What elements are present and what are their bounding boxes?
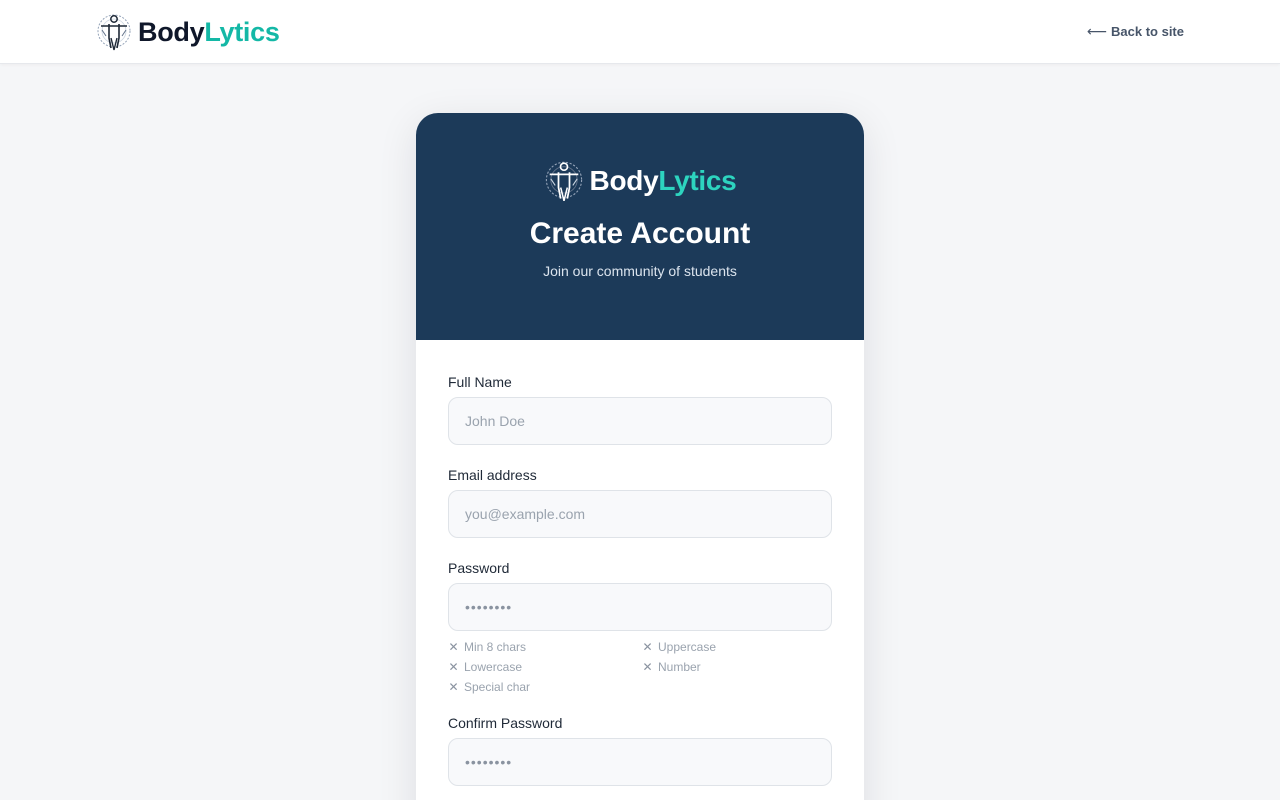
x-mark-icon: ✕ (448, 640, 459, 654)
password-rule: ✕ Lowercase (448, 659, 642, 675)
email-input[interactable] (448, 490, 832, 538)
password-rule: ✕ Number (642, 659, 832, 675)
signup-card: BodyLytics Create Account Join our commu… (416, 113, 864, 800)
full-name-label: Full Name (448, 374, 512, 390)
password-rule: ✕ Min 8 chars (448, 639, 642, 655)
page-subtitle: Join our community of students (543, 263, 737, 279)
confirm-password-input[interactable] (448, 738, 832, 786)
card-brand-part1: Body (589, 165, 659, 196)
logo-icon (97, 14, 131, 51)
x-mark-icon: ✕ (642, 660, 653, 674)
x-mark-icon: ✕ (642, 640, 653, 654)
full-name-group: Full Name (448, 374, 832, 445)
card-brand-part2: Lytics (658, 165, 737, 196)
password-label: Password (448, 560, 510, 576)
top-navbar: BodyLytics ⟵ Back to site (0, 0, 1280, 64)
back-to-site-label: Back to site (1111, 24, 1184, 39)
logo-icon (545, 161, 582, 201)
confirm-password-group: Confirm Password (448, 715, 832, 786)
card-header: BodyLytics Create Account Join our commu… (416, 113, 864, 340)
password-rule: ✕ Special char (448, 679, 642, 695)
page-title: Create Account (529, 217, 751, 250)
email-group: Email address (448, 467, 832, 538)
password-rule-label: Lowercase (464, 660, 523, 674)
password-requirements: ✕ Min 8 chars ✕ Uppercase ✕ Lowercase ✕ … (448, 639, 832, 695)
card-brand-wordmark: BodyLytics (590, 165, 737, 197)
full-name-input[interactable] (448, 397, 832, 445)
password-rule: ✕ Uppercase (642, 639, 832, 655)
card-brand: BodyLytics (544, 159, 737, 203)
brand-wordmark-part2: Lytics (204, 16, 280, 47)
arrow-left-icon: ⟵ (1086, 23, 1108, 39)
signup-form: Full Name Email address Password ✕ Min 8… (416, 340, 864, 786)
brand-wordmark: BodyLytics (138, 17, 280, 48)
back-to-site-link[interactable]: ⟵ Back to site (1087, 23, 1184, 40)
x-mark-icon: ✕ (448, 660, 459, 674)
password-rule-label: Min 8 chars (464, 640, 527, 654)
x-mark-icon: ✕ (448, 680, 459, 694)
password-rule-label: Special char (464, 680, 531, 694)
password-rule-label: Uppercase (658, 640, 717, 654)
password-group: Password ✕ Min 8 chars ✕ Uppercase ✕ Low… (448, 560, 832, 695)
confirm-password-label: Confirm Password (448, 715, 563, 731)
brand-wordmark-part1: Body (138, 16, 205, 47)
password-input[interactable] (448, 583, 832, 631)
password-rule-label: Number (658, 660, 701, 674)
email-label: Email address (448, 467, 537, 483)
brand-home-link[interactable]: BodyLytics (96, 12, 280, 52)
